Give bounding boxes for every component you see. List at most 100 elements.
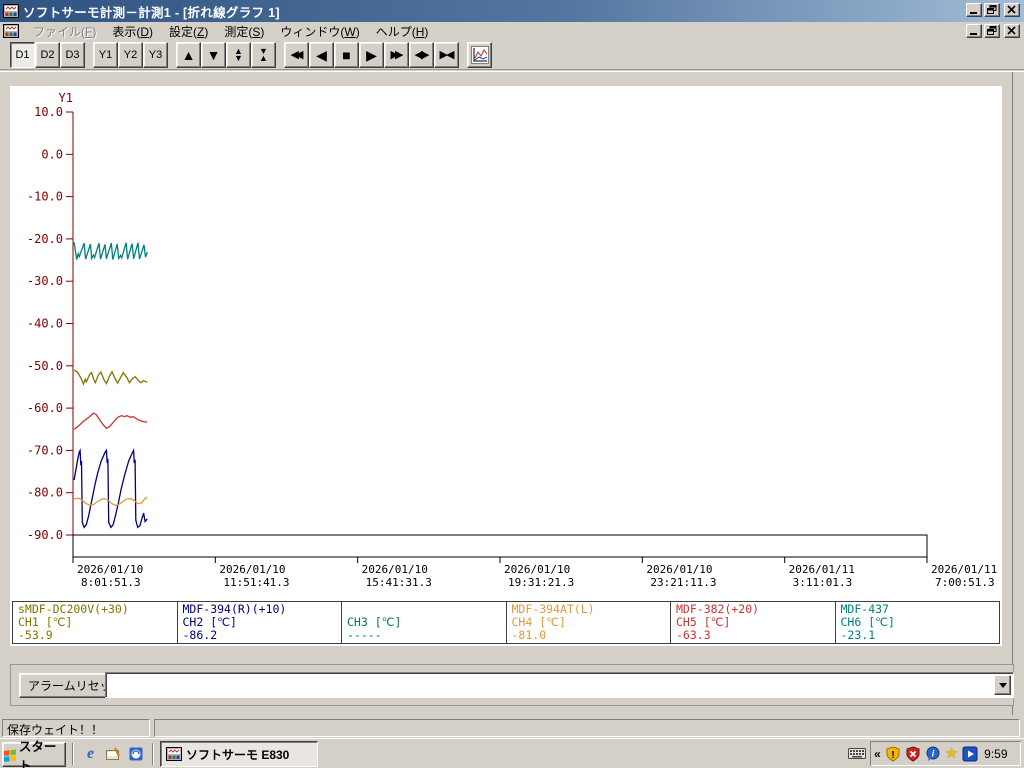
svg-text:3:11:01.3: 3:11:01.3: [793, 576, 853, 589]
restore-button[interactable]: [984, 3, 1000, 17]
mdi-client-area: Y1 10.0 0.0 -10.0 -20.0 -30.0 -40.0 -50.0 -60.0 -…: [0, 71, 1024, 715]
display-2-button[interactable]: D2: [35, 41, 60, 68]
rewind-icon: ◀◀: [290, 48, 304, 61]
alarm-combobox[interactable]: [105, 672, 1014, 698]
menu-file[interactable]: ファイル(F): [25, 21, 104, 42]
mdi-close-button[interactable]: [1004, 24, 1020, 38]
minimize-button[interactable]: [966, 3, 982, 17]
step-forward-button[interactable]: ▶: [359, 41, 384, 68]
rewind-button[interactable]: ◀◀: [284, 41, 309, 68]
app-icon: [166, 747, 182, 761]
svg-text:-70.0: -70.0: [27, 443, 63, 457]
window-inner-border: [1012, 72, 1013, 715]
channel-value: -63.3: [676, 628, 711, 642]
graph-settings-button[interactable]: [467, 41, 492, 68]
expand-vertical-button[interactable]: ▲ ▼: [226, 41, 251, 68]
channel-legend: sMDF-DC200V(+30) CH1 [℃] -53.9 MDF-394(R…: [12, 601, 1000, 644]
svg-text:2026/01/10: 2026/01/10: [646, 563, 712, 576]
quick-launch-app-icon[interactable]: [127, 745, 144, 762]
taskbar-separator: [72, 743, 74, 765]
task-button-softthermo[interactable]: ソフトサーモ E830: [160, 741, 318, 767]
security-alert-shield-icon[interactable]: [905, 745, 921, 762]
svg-text:7:00:51.3: 7:00:51.3: [935, 576, 995, 589]
display-3-button[interactable]: D3: [60, 41, 85, 68]
legend-channel-4: MDF-394AT(L) CH4 [℃] -81.0: [505, 601, 671, 644]
y-axis-3-button[interactable]: Y3: [143, 41, 168, 68]
svg-text:Y1: Y1: [59, 91, 73, 105]
channel-value: -----: [347, 628, 382, 642]
close-button[interactable]: [1004, 3, 1020, 17]
app-icon: [3, 4, 19, 18]
scroll-down-button[interactable]: ▼: [201, 41, 226, 68]
taskbar-clock: 9:59: [984, 746, 1008, 761]
update-shield-icon[interactable]: !: [885, 745, 901, 762]
y-axis-2-button[interactable]: Y2: [118, 41, 143, 68]
legend-channel-5: MDF-382(+20) CH5 [℃] -63.3: [670, 601, 836, 644]
channel-value: -81.0: [511, 628, 547, 642]
task-button-label: ソフトサーモ E830: [186, 747, 290, 762]
stop-icon: ■: [342, 46, 351, 63]
compress-horizontal-icon: ▶◀: [439, 48, 455, 61]
show-desktop-icon[interactable]: [104, 745, 121, 762]
mdi-restore-button[interactable]: [984, 24, 1000, 38]
expand-horizontal-button[interactable]: ◀▶: [409, 41, 434, 68]
fast-forward-button[interactable]: ▶▶: [384, 41, 409, 68]
display-1-button[interactable]: D1: [10, 41, 35, 68]
graph-icon: [470, 45, 489, 64]
svg-text:-10.0: -10.0: [27, 190, 63, 204]
svg-text:-50.0: -50.0: [27, 359, 63, 373]
compress-vertical-icon: ▼ ▲: [259, 45, 268, 63]
media-play-tray-icon[interactable]: [962, 746, 978, 762]
svg-text:-90.0: -90.0: [27, 528, 63, 542]
taskbar: スタート e ソフトサーモ E830 « ! i ★ 9:59: [0, 738, 1024, 768]
step-back-button[interactable]: ◀: [309, 41, 334, 68]
star-tray-icon[interactable]: ★: [945, 746, 958, 761]
expand-vertical-icon: ▲ ▼: [234, 45, 243, 63]
compress-horizontal-button[interactable]: ▶◀: [434, 41, 459, 68]
start-button[interactable]: スタート: [2, 740, 66, 768]
windows-logo-icon: [4, 749, 16, 762]
svg-text:2026/01/10: 2026/01/10: [77, 563, 143, 576]
internet-explorer-icon[interactable]: e: [82, 745, 99, 762]
alarm-panel: アラームリセット: [10, 664, 1014, 706]
legend-channel-1: sMDF-DC200V(+30) CH1 [℃] -53.9: [12, 601, 178, 644]
toolbar: D1 D2 D3 Y1 Y2 Y3 ▲ ▼ ▲ ▼ ▼ ▲ ◀◀ ◀ ■ ▶ ▶▶ …: [0, 40, 1024, 70]
window-title: ソフトサーモ計測－計測1 - [折れ線グラフ 1]: [23, 5, 280, 20]
channel-value: -23.1: [840, 628, 876, 642]
mdi-minimize-button[interactable]: [966, 24, 982, 38]
y-axis-1-button[interactable]: Y1: [93, 41, 118, 68]
title-bar: ソフトサーモ計測－計測1 - [折れ線グラフ 1]: [0, 0, 1024, 22]
tray-chevron-icon[interactable]: «: [874, 747, 881, 761]
chevron-down-icon: [998, 682, 1007, 688]
svg-text:-20.0: -20.0: [27, 232, 63, 246]
line-graph-panel: Y1 10.0 0.0 -10.0 -20.0 -30.0 -40.0 -50.0 -60.0 -…: [10, 86, 1002, 646]
menu-window[interactable]: ウィンドウ(W): [272, 21, 367, 42]
compress-vertical-button[interactable]: ▼ ▲: [251, 41, 276, 68]
channel-value: -86.2: [182, 628, 218, 642]
info-balloon-icon[interactable]: i: [925, 746, 941, 762]
svg-text:2026/01/10: 2026/01/10: [362, 563, 428, 576]
menu-measure[interactable]: 測定(S): [216, 21, 272, 42]
menu-help[interactable]: ヘルプ(H): [368, 21, 437, 42]
svg-text:23:21:11.3: 23:21:11.3: [650, 576, 716, 589]
language-keyboard-icon[interactable]: [848, 746, 866, 763]
menu-view[interactable]: 表示(D): [104, 21, 161, 42]
svg-text:-40.0: -40.0: [27, 317, 63, 331]
left-arrow-icon: ◀: [316, 46, 327, 63]
scroll-up-button[interactable]: ▲: [176, 41, 201, 68]
svg-text:8:01:51.3: 8:01:51.3: [81, 576, 141, 589]
svg-text:11:51:41.3: 11:51:41.3: [223, 576, 289, 589]
combo-dropdown-button[interactable]: [994, 675, 1011, 695]
svg-text:2026/01/10: 2026/01/10: [504, 563, 570, 576]
start-label: スタート: [18, 739, 57, 768]
legend-channel-3: CH3 [℃] -----: [341, 601, 507, 644]
svg-text:15:41:31.3: 15:41:31.3: [366, 576, 432, 589]
svg-text:2026/01/10: 2026/01/10: [219, 563, 285, 576]
right-arrow-icon: ▶: [366, 46, 377, 63]
legend-channel-6: MDF-437 CH6 [℃] -23.1: [834, 601, 1000, 644]
menu-bar: ファイル(F) 表示(D) 設定(Z) 測定(S) ウィンドウ(W) ヘルプ(H…: [0, 22, 1024, 40]
svg-text:-60.0: -60.0: [27, 401, 63, 415]
stop-button[interactable]: ■: [334, 41, 359, 68]
line-graph: Y110.0 0.0 -10.0 -20.0 -30.0 -40.0 -50.0 -60.0 -…: [27, 91, 997, 589]
menu-settings[interactable]: 設定(Z): [161, 21, 216, 42]
